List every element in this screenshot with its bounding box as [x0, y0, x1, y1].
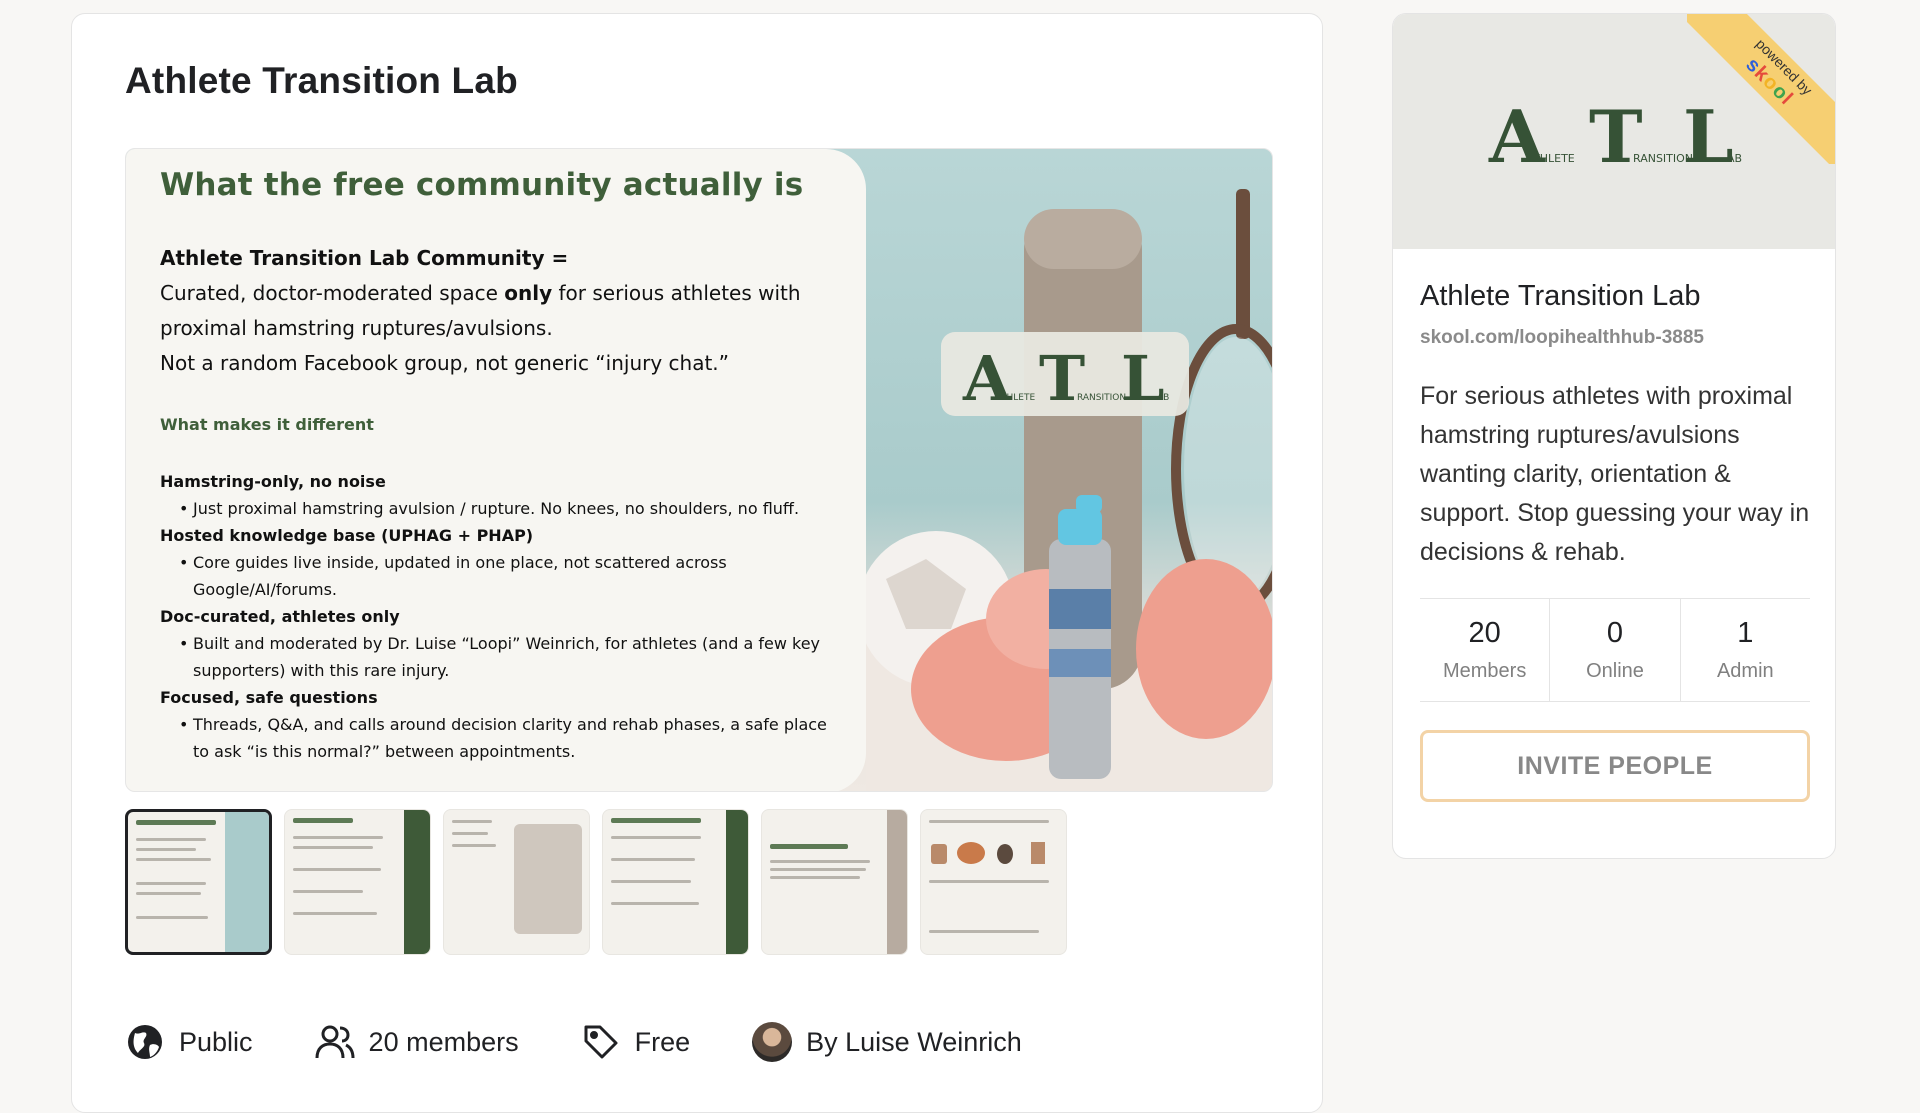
users-icon [315, 1022, 355, 1062]
point-body: Just proximal hamstring avulsion / ruptu… [160, 495, 832, 522]
stat-label: Admin [1716, 660, 1774, 682]
group-meta-row: Public 20 members Free By Luise Weinrich [125, 1022, 1084, 1062]
group-about-card: Athlete Transition Lab A THLETE T RANSIT… [71, 13, 1323, 1113]
tag-icon [581, 1022, 621, 1062]
group-url[interactable]: skool.com/loopihealthhub-3885 [1420, 327, 1810, 349]
stat-value: 0 [1606, 617, 1624, 649]
slide-subheading: What makes it different [160, 415, 374, 434]
thumbnail-4[interactable] [602, 809, 749, 955]
stat-admin[interactable]: 1 Admin [1681, 599, 1810, 701]
slide-lead: Athlete Transition Lab Community = Curat… [160, 246, 801, 375]
group-name: Athlete Transition Lab [1420, 280, 1701, 312]
stat-online[interactable]: 0 Online [1550, 599, 1681, 701]
stat-value: 20 [1468, 617, 1501, 649]
price-meta: Free [581, 1022, 691, 1062]
thumbnail-3[interactable] [443, 809, 590, 955]
author-label: By Luise Weinrich [806, 1026, 1022, 1057]
stat-value: 1 [1737, 617, 1754, 649]
svg-text:T: T [1039, 342, 1085, 415]
members-label: 20 members [368, 1026, 519, 1057]
point-title: Doc-curated, athletes only [160, 607, 400, 626]
members-meta[interactable]: 20 members [315, 1022, 519, 1062]
slide-points: Hamstring-only, no noise Just proximal h… [160, 468, 832, 765]
svg-text:A: A [962, 342, 1012, 415]
svg-text:THLETE: THLETE [1000, 393, 1035, 403]
page-title: Athlete Transition Lab [125, 60, 518, 101]
slide-thumbnails [125, 809, 1067, 955]
point-body: Core guides live inside, updated in one … [160, 549, 832, 603]
thumbnail-2[interactable] [284, 809, 431, 955]
group-stats: 20 Members 0 Online 1 Admin [1420, 598, 1810, 702]
thumbnail-5[interactable] [761, 809, 908, 955]
point-title: Focused, safe questions [160, 688, 378, 707]
author-avatar [752, 1022, 793, 1062]
stat-members[interactable]: 20 Members [1420, 599, 1551, 701]
privacy-label: Public [179, 1026, 253, 1057]
svg-text:THLETE: THLETE [1532, 152, 1575, 165]
svg-text:L: L [1121, 342, 1165, 415]
stat-label: Online [1586, 660, 1644, 682]
point-title: Hosted knowledge base (UPHAG + PHAP) [160, 526, 534, 545]
price-label: Free [634, 1026, 691, 1057]
invite-people-button[interactable]: INVITE PEOPLE [1420, 730, 1810, 802]
sidebar-body: Athlete Transition Lab skool.com/loopihe… [1420, 280, 1810, 802]
slide-heading: What the free community actually is [160, 167, 804, 203]
privacy-meta: Public [125, 1022, 253, 1062]
svg-text:RANSITION: RANSITION [1077, 393, 1126, 403]
hero-slide[interactable]: A THLETE T RANSITION L AB What the free … [125, 148, 1273, 792]
group-sidebar-card: A THLETE T RANSITION L AB powered by sko… [1392, 13, 1836, 859]
group-banner: A THLETE T RANSITION L AB powered by sko… [1393, 14, 1835, 249]
globe-icon [125, 1022, 165, 1062]
stat-label: Members [1442, 660, 1527, 682]
svg-text:AB: AB [1157, 393, 1169, 403]
atl-logo-icon: A THLETE T RANSITION L AB [962, 342, 1169, 415]
svg-text:A: A [1488, 94, 1546, 179]
slide-text-panel: What the free community actually is Athl… [126, 149, 866, 791]
atl-logo-sign: A THLETE T RANSITION L AB [941, 332, 1189, 416]
thumbnail-1[interactable] [125, 809, 272, 955]
point-title: Hamstring-only, no noise [160, 472, 386, 491]
author-meta[interactable]: By Luise Weinrich [752, 1022, 1022, 1062]
group-description: For serious athletes with proximal hamst… [1420, 382, 1810, 566]
thumbnail-6[interactable] [920, 809, 1067, 955]
point-body: Built and moderated by Dr. Luise “Loopi”… [160, 630, 832, 684]
svg-text:T: T [1589, 94, 1643, 179]
point-body: Threads, Q&A, and calls around decision … [160, 711, 832, 765]
powered-by-skool-ribbon[interactable]: powered by skool [1687, 14, 1835, 164]
